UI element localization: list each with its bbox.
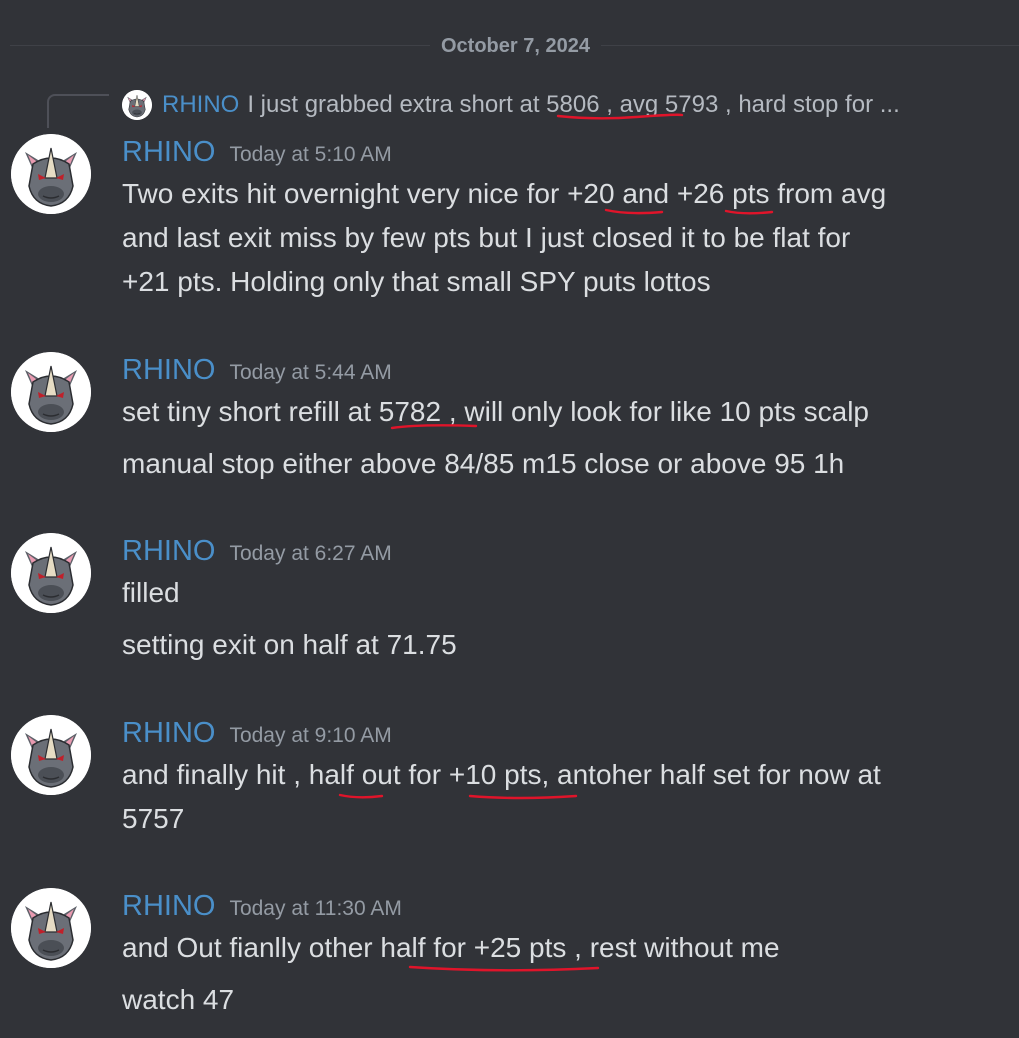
reply-author[interactable]: RHINO [162, 91, 239, 119]
reply-avatar-icon[interactable] [122, 90, 152, 120]
avatar[interactable] [11, 888, 91, 968]
author-name[interactable]: RHINO [122, 717, 215, 749]
red-underline-annotation [604, 208, 664, 215]
author-name[interactable]: RHINO [122, 136, 215, 168]
red-underline-annotation [724, 209, 774, 215]
message-header: RHINO Today at 6:27 AM [122, 535, 392, 568]
avatar[interactable] [11, 715, 91, 795]
author-name[interactable]: RHINO [122, 535, 215, 567]
message-line: setting exit on half at 71.75 [122, 629, 457, 660]
red-underline-annotation [468, 794, 578, 800]
message-header: RHINO Today at 9:10 AM [122, 717, 392, 750]
timestamp[interactable]: Today at 6:27 AM [229, 542, 391, 565]
message-header: RHINO Today at 5:10 AM [122, 136, 392, 169]
avatar[interactable] [11, 134, 91, 214]
reply-spine [47, 94, 109, 128]
message-line: set tiny short refill at 5782 , will onl… [122, 396, 870, 427]
message-header: RHINO Today at 11:30 AM [122, 890, 402, 923]
message-line: filled [122, 577, 180, 608]
message-line: 5757 [122, 803, 185, 834]
reply-reference[interactable]: RHINO I just grabbed extra short at 5806… [122, 90, 900, 120]
message-header: RHINO Today at 5:44 AM [122, 354, 392, 387]
timestamp[interactable]: Today at 11:30 AM [229, 897, 401, 920]
message-line: and last exit miss by few pts but I just… [122, 222, 851, 253]
message-line: Two exits hit overnight very nice for +2… [122, 178, 887, 209]
message-line: watch 47 [122, 984, 235, 1015]
avatar[interactable] [11, 533, 91, 613]
red-underline-annotation [556, 113, 684, 120]
date-divider-label: October 7, 2024 [430, 34, 601, 58]
timestamp[interactable]: Today at 5:10 AM [229, 143, 391, 166]
red-underline-annotation [408, 965, 600, 972]
red-underline-annotation [338, 793, 384, 799]
message-line: and Out fianlly other half for +25 pts ,… [122, 932, 780, 963]
timestamp[interactable]: Today at 5:44 AM [229, 361, 391, 384]
author-name[interactable]: RHINO [122, 890, 215, 922]
message-line: and finally hit , half out for +10 pts, … [122, 759, 881, 790]
timestamp[interactable]: Today at 9:10 AM [229, 724, 391, 747]
message-line: manual stop either above 84/85 m15 close… [122, 448, 845, 479]
author-name[interactable]: RHINO [122, 354, 215, 386]
avatar[interactable] [11, 352, 91, 432]
red-underline-annotation [390, 424, 478, 430]
message-line: +21 pts. Holding only that small SPY put… [122, 266, 711, 297]
